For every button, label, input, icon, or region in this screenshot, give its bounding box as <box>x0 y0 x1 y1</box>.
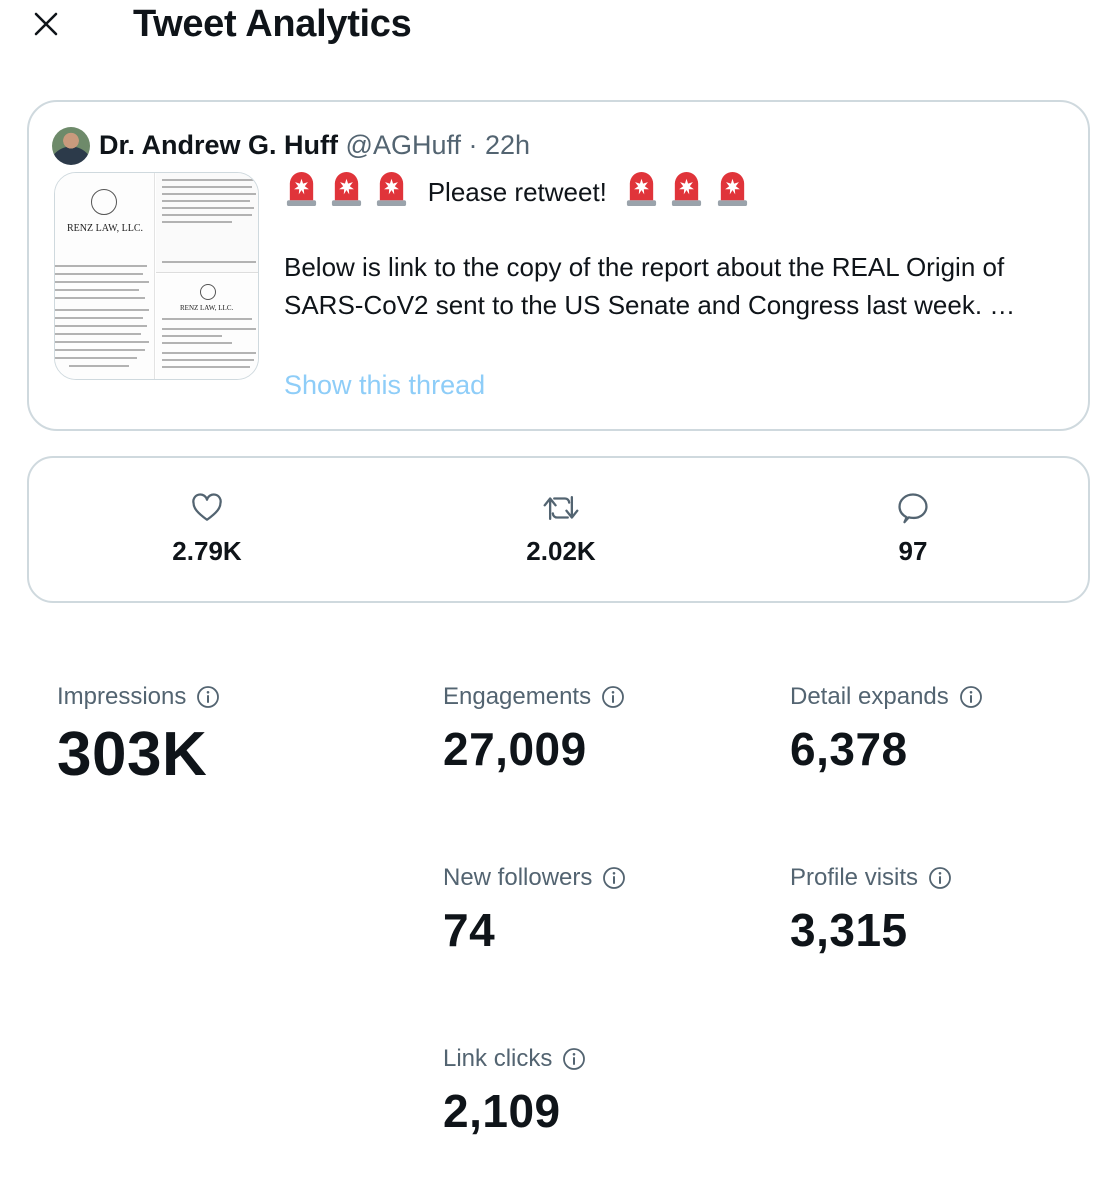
document-page-top-right <box>156 173 258 273</box>
police-light-icon <box>624 172 659 207</box>
profile-visits-value: 3,315 <box>790 904 908 956</box>
police-light-icon <box>715 172 750 207</box>
new-followers-metric: New followers 74 <box>443 863 626 953</box>
info-icon[interactable] <box>928 866 952 890</box>
retweet-icon <box>543 495 579 521</box>
page-title: Tweet Analytics <box>133 3 412 45</box>
document-page-bottom-right: RENZ LAW, LLC. <box>156 274 258 379</box>
tweet-headline: Please retweet! <box>284 172 1074 212</box>
author-separator: · <box>468 130 478 160</box>
retweets-count[interactable]: 2.02K <box>491 490 631 567</box>
police-light-icon <box>374 172 409 207</box>
document-text-line <box>162 179 254 181</box>
document-text-line <box>55 273 143 275</box>
impressions-metric: Impressions 303K <box>57 682 220 786</box>
new-followers-label: New followers <box>443 864 593 891</box>
police-light-icon <box>329 172 364 207</box>
engagement-counts-card: 2.79K 2.02K 97 <box>27 456 1090 603</box>
info-icon[interactable] <box>602 866 626 890</box>
document-text-line <box>162 328 256 330</box>
profile-visits-metric: Profile visits 3,315 <box>790 863 952 953</box>
likes-count[interactable]: 2.79K <box>137 490 277 567</box>
document-text-line <box>162 186 252 188</box>
tweet-text: Please retweet! Below is link to the cop… <box>284 172 1074 324</box>
author-handle[interactable]: @AGHuff <box>346 130 461 160</box>
tweet-timestamp[interactable]: 22h <box>485 130 530 160</box>
document-text-line <box>55 297 145 299</box>
profile-visits-label: Profile visits <box>790 864 919 891</box>
impressions-value: 303K <box>57 720 208 789</box>
link-clicks-metric: Link clicks 2,109 <box>443 1044 586 1134</box>
firm-name-right: RENZ LAW, LLC. <box>180 304 234 312</box>
document-text-line <box>55 281 149 283</box>
info-icon[interactable] <box>196 685 220 709</box>
detail-expands-metric: Detail expands 6,378 <box>790 682 983 772</box>
police-light-icon <box>669 172 704 207</box>
new-followers-label-row: New followers <box>443 863 626 893</box>
document-text-line <box>55 357 137 359</box>
retweets-count-value: 2.02K <box>526 536 596 566</box>
document-text-line <box>162 207 254 209</box>
firm-name-left: RENZ LAW, LLC. <box>67 223 144 234</box>
engagements-metric: Engagements 27,009 <box>443 682 625 772</box>
engagements-label: Engagements <box>443 683 592 710</box>
document-text-line <box>162 342 232 344</box>
tweet-body-text: Below is link to the copy of the report … <box>284 252 1016 320</box>
new-followers-value: 74 <box>443 904 496 956</box>
detail-expands-label: Detail expands <box>790 683 949 710</box>
author-name[interactable]: Dr. Andrew G. Huff <box>99 130 338 160</box>
engagements-value: 27,009 <box>443 723 587 775</box>
replies-count[interactable]: 97 <box>843 490 983 567</box>
impressions-label: Impressions <box>57 683 187 710</box>
info-icon[interactable] <box>601 685 625 709</box>
document-text-line <box>55 309 149 311</box>
reply-icon <box>898 493 928 524</box>
detail-expands-label-row: Detail expands <box>790 682 983 712</box>
link-clicks-value: 2,109 <box>443 1085 561 1137</box>
document-text-line <box>162 318 252 320</box>
likes-count-value: 2.79K <box>172 536 242 566</box>
police-light-icon <box>284 172 319 207</box>
document-text-line <box>162 352 256 354</box>
document-text-line <box>162 366 250 368</box>
document-text-line <box>55 333 141 335</box>
close-icon <box>34 12 58 36</box>
document-text-line <box>162 221 232 223</box>
document-text-line <box>162 261 256 263</box>
tweet-card[interactable]: Dr. Andrew G. Huff @AGHuff · 22h RENZ LA… <box>27 100 1090 431</box>
document-text-line <box>55 289 139 291</box>
document-text-line <box>55 349 145 351</box>
tweet-author-line: Dr. Andrew G. Huff @AGHuff · 22h <box>99 128 530 162</box>
close-button[interactable] <box>26 4 66 44</box>
info-icon[interactable] <box>562 1047 586 1071</box>
firm-logo-icon <box>91 189 117 215</box>
document-text-line <box>162 193 256 195</box>
firm-logo-icon <box>200 284 216 300</box>
tweet-media-thumbnail[interactable]: RENZ LAW, LLC. RENZ LAW, LLC. <box>54 172 259 380</box>
avatar[interactable] <box>52 127 90 165</box>
document-text-line <box>55 325 147 327</box>
replies-count-value: 97 <box>898 536 928 566</box>
document-text-line <box>162 335 222 337</box>
link-clicks-label: Link clicks <box>443 1045 553 1072</box>
document-text-line <box>55 317 143 319</box>
tweet-analytics-page: Tweet Analytics Dr. Andrew G. Huff @AGHu… <box>0 0 1104 1200</box>
impressions-label-row: Impressions <box>57 682 220 712</box>
document-page-left: RENZ LAW, LLC. <box>55 173 155 379</box>
document-text-line <box>55 265 147 267</box>
tweet-headline-text: Please retweet! <box>427 177 607 207</box>
profile-visits-label-row: Profile visits <box>790 863 952 893</box>
info-icon[interactable] <box>959 685 983 709</box>
detail-expands-value: 6,378 <box>790 723 908 775</box>
show-thread-link[interactable]: Show this thread <box>284 370 485 401</box>
document-text-line <box>162 214 252 216</box>
link-clicks-label-row: Link clicks <box>443 1044 586 1074</box>
heart-icon <box>192 493 222 521</box>
engagements-label-row: Engagements <box>443 682 625 712</box>
document-text-line <box>162 200 250 202</box>
document-text-line <box>69 365 129 367</box>
document-text-line <box>55 341 149 343</box>
document-text-line <box>162 359 254 361</box>
